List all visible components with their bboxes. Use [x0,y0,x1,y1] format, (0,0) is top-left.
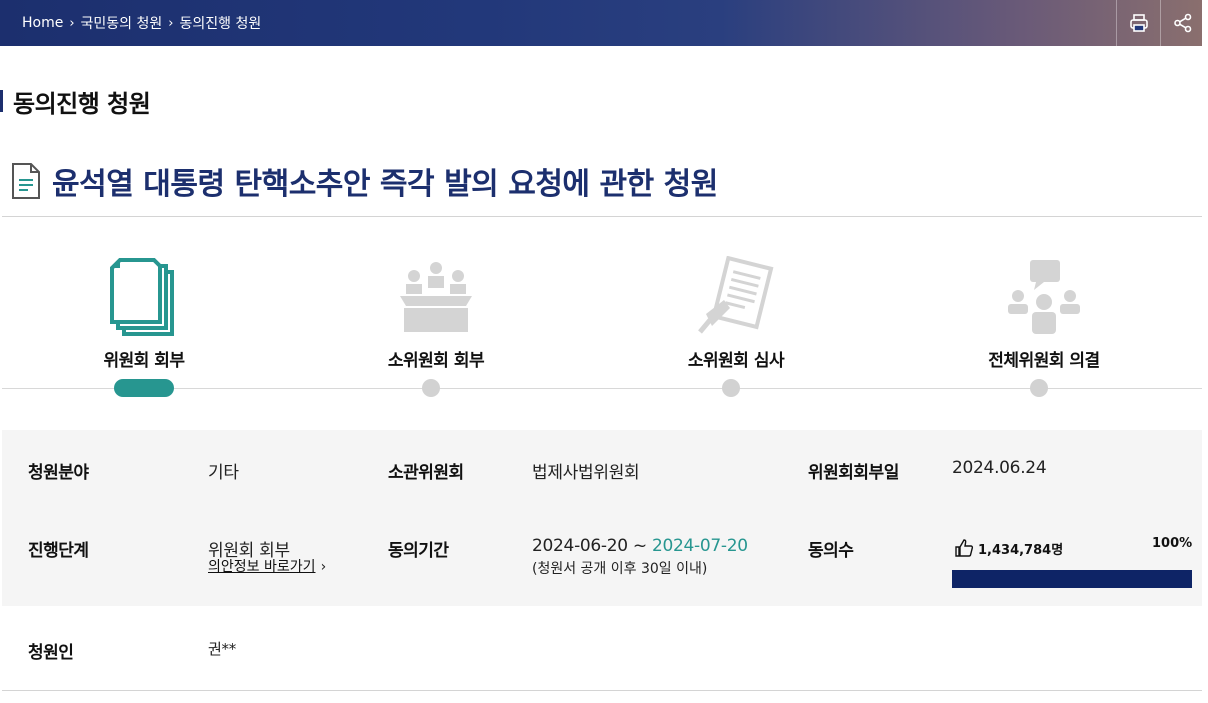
breadcrumb: Home › 국민동의 청원 › 동의진행 청원 [22,0,261,46]
agree-count-value: 1,434,784명 [978,542,1064,558]
step-label: 소위원회 심사 [687,351,785,371]
step-label: 소위원회 회부 [387,351,485,371]
step-label: 전체위원회 의결 [988,351,1100,371]
agree-count: 1,434,784명 [954,538,1063,558]
breadcrumb-petition[interactable]: 국민동의 청원 [81,13,163,33]
referral-date-value: 2024.06.24 [952,458,1047,478]
review-document-icon [698,256,774,334]
committee-value: 법제사법위원회 [532,463,640,483]
petition-info-table: 청원분야 기타 소관위원회 법제사법위원회 위원회회부일 2024.06.24 … [2,430,1202,606]
breadcrumb-home[interactable]: Home [22,15,63,31]
petition-heading: 윤석열 대통령 탄핵소추안 즉각 발의 요청에 관한 청원 [10,158,718,204]
step-subcommittee-review: 소위원회 심사 [636,230,836,371]
agree-count-label: 동의수 [808,541,854,561]
step-subcommittee-referral: 소위원회 회부 [336,230,536,371]
divider [2,216,1202,217]
chevron-right-icon: › [320,559,327,575]
agree-percent: 100% [1152,536,1193,551]
chevron-right-icon: › [69,15,75,31]
petitioner-row: 청원인 권** [2,606,1202,691]
title-bar-marker [0,90,3,112]
field-label: 청원분야 [28,463,89,483]
step-indicator [1030,379,1048,397]
meeting-table-icon [400,262,472,332]
divider [2,690,1202,691]
committee-label: 소관위원회 [388,463,464,483]
document-icon [12,163,40,199]
step-committee-referral: 위원회 회부 [44,230,244,371]
breadcrumb-current[interactable]: 동의진행 청원 [179,13,261,33]
field-value: 기타 [208,463,239,483]
page-title: 동의진행 청원 [0,86,151,118]
stage-label: 진행단계 [28,541,89,561]
step-plenary-vote: 전체위원회 의결 [944,230,1144,371]
petition-title: 윤석열 대통령 탄핵소추안 즉각 발의 요청에 관한 청원 [52,167,718,202]
bill-info-link[interactable]: 의안정보 바로가기 › [208,556,326,576]
petitioner-value: 권** [208,640,236,658]
step-timeline [2,388,1202,389]
period-note: (청원서 공개 이후 30일 이내) [532,561,708,577]
agree-progress-bar [952,570,1192,588]
page-title-text: 동의진행 청원 [13,89,151,118]
chevron-right-icon: › [168,15,174,31]
step-label: 위원회 회부 [103,351,185,371]
referral-date-label: 위원회회부일 [808,463,899,483]
progress-steps: 위원회 회부 소위원회 회부 소위원회 심사 전체위원회 의결 [0,230,1202,410]
print-button[interactable] [1116,0,1160,46]
period-end: 2024-07-20 [651,536,748,556]
step-indicator [722,379,740,397]
share-icon [1173,13,1191,33]
share-button[interactable] [1160,0,1204,46]
documents-stack-icon [110,258,174,336]
bill-info-link-label[interactable]: 의안정보 바로가기 [208,559,316,575]
agree-progress-fill [952,570,1192,588]
discussion-icon [1008,260,1080,334]
petitioner-label: 청원인 [28,643,74,663]
step-indicator-active [114,379,174,397]
thumbs-up-icon [955,539,974,557]
period-value: 2024-06-20 ~ 2024-07-20 [532,536,748,556]
top-banner: Home › 국민동의 청원 › 동의진행 청원 [0,0,1202,46]
printer-icon [1129,14,1148,32]
period-start: 2024-06-20 ~ [532,536,652,556]
step-indicator [422,379,440,397]
period-label: 동의기간 [388,541,449,561]
